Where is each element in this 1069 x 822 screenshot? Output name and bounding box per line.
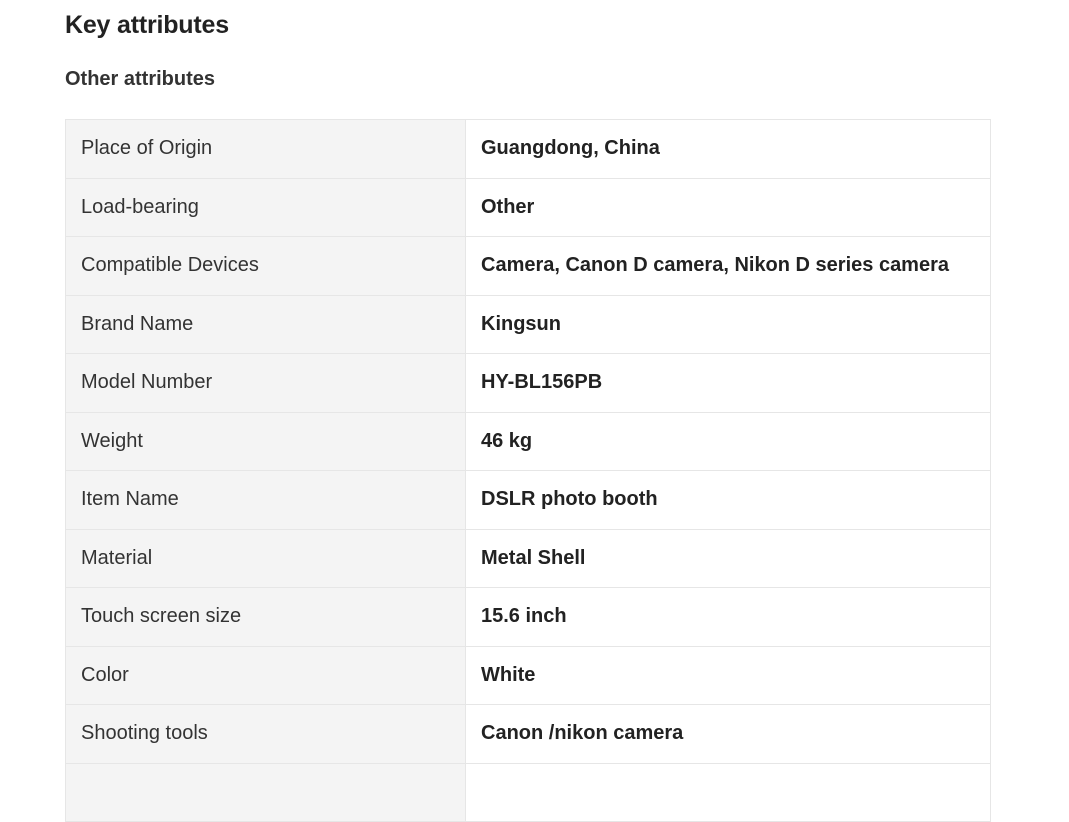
attribute-key: Material: [65, 528, 466, 588]
attributes-table: Place of Origin Guangdong, China Load-be…: [65, 119, 991, 822]
attribute-value: [465, 762, 991, 822]
attribute-value: 15.6 inch: [465, 587, 991, 647]
attribute-key: Item Name: [65, 470, 466, 530]
table-row: Material Metal Shell: [65, 528, 991, 588]
attribute-value: 46 kg: [465, 411, 991, 471]
table-row: Color White: [65, 645, 991, 705]
attribute-key: [65, 762, 466, 822]
attribute-key: Shooting tools: [65, 704, 466, 764]
attribute-value: White: [465, 645, 991, 705]
table-row: Brand Name Kingsun: [65, 294, 991, 354]
attribute-key: Model Number: [65, 353, 466, 413]
attribute-key: Brand Name: [65, 294, 466, 354]
attribute-value: HY-BL156PB: [465, 353, 991, 413]
attribute-key: Place of Origin: [65, 119, 466, 179]
table-row: Item Name DSLR photo booth: [65, 470, 991, 530]
table-row: [65, 762, 991, 822]
section-title: Key attributes: [65, 11, 229, 39]
attribute-value: Other: [465, 177, 991, 237]
attribute-key: Load-bearing: [65, 177, 466, 237]
table-row: Shooting tools Canon /nikon camera: [65, 704, 991, 764]
table-row: Touch screen size 15.6 inch: [65, 587, 991, 647]
attribute-value: Guangdong, China: [465, 119, 991, 179]
table-row: Weight 46 kg: [65, 411, 991, 471]
attribute-value: Metal Shell: [465, 528, 991, 588]
attribute-value: Canon /nikon camera: [465, 704, 991, 764]
attribute-key: Color: [65, 645, 466, 705]
attribute-value: Camera, Canon D camera, Nikon D series c…: [465, 236, 991, 296]
attribute-key: Weight: [65, 411, 466, 471]
attribute-key: Touch screen size: [65, 587, 466, 647]
table-row: Load-bearing Other: [65, 177, 991, 237]
section-subtitle: Other attributes: [65, 68, 216, 90]
table-row: Compatible Devices Camera, Canon D camer…: [65, 236, 991, 296]
attribute-key: Compatible Devices: [65, 236, 466, 296]
attribute-value: Kingsun: [465, 294, 991, 354]
table-row: Model Number HY-BL156PB: [65, 353, 991, 413]
attribute-value: DSLR photo booth: [465, 470, 991, 530]
table-row: Place of Origin Guangdong, China: [65, 119, 991, 179]
